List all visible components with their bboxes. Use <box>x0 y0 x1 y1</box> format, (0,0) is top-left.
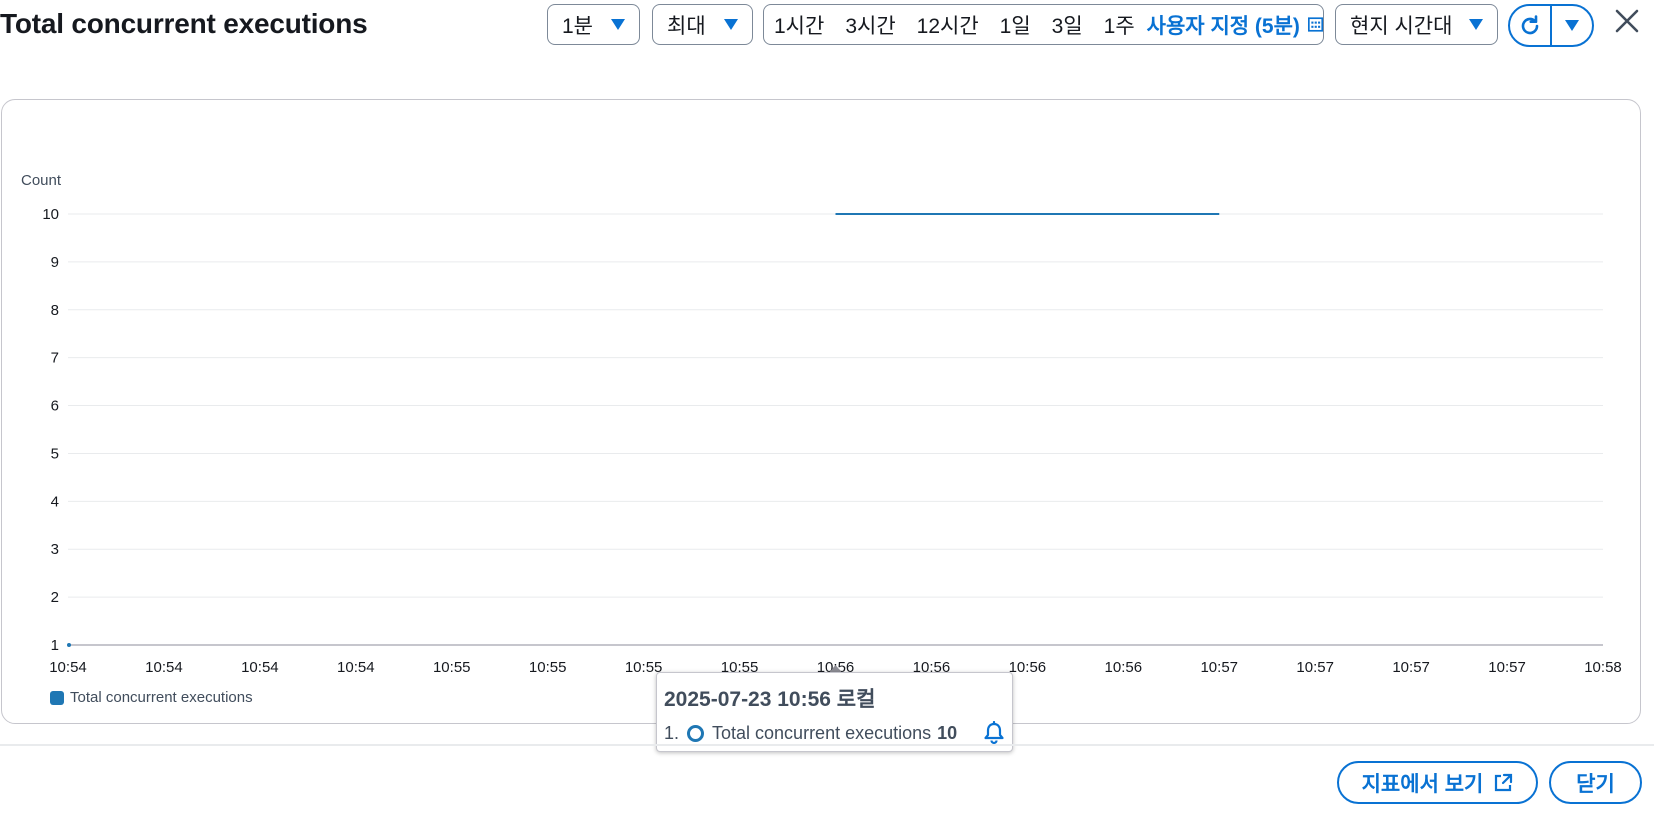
tooltip-title: 2025-07-23 10:56 로컬 <box>664 688 876 711</box>
y-tick-label: 4 <box>51 493 59 510</box>
x-tick-label: 10:57 <box>1296 659 1334 676</box>
x-tick-label: 10:57 <box>1488 659 1526 676</box>
x-tick-label: 10:54 <box>241 659 279 676</box>
chart-legend[interactable]: Total concurrent executions <box>50 689 253 706</box>
tooltip-row: 1. Total concurrent executions 10 <box>664 723 957 744</box>
y-tick-label: 8 <box>51 302 59 319</box>
series-marker-icon <box>687 725 705 742</box>
close-button[interactable]: 닫기 <box>1549 761 1642 804</box>
y-tick-label: 7 <box>51 350 59 367</box>
footer-divider <box>0 744 1654 746</box>
tooltip-index: 1. <box>664 723 680 743</box>
y-tick-label: 9 <box>51 254 59 271</box>
x-tick-label: 10:54 <box>337 659 375 676</box>
bell-icon[interactable] <box>983 721 1005 745</box>
close-button-label: 닫기 <box>1576 772 1615 796</box>
y-tick-label: 1 <box>51 637 59 654</box>
x-tick-label: 10:55 <box>529 659 567 676</box>
series-point <box>67 643 71 647</box>
tooltip-series-name: Total concurrent executions <box>712 723 932 743</box>
view-in-metrics-button[interactable]: 지표에서 보기 <box>1337 761 1538 804</box>
legend-label: Total concurrent executions <box>70 689 253 706</box>
x-tick-label: 10:57 <box>1200 659 1238 676</box>
legend-swatch <box>50 690 64 705</box>
x-tick-label: 10:56 <box>1105 659 1143 676</box>
tooltip-value: 10 <box>937 723 958 743</box>
y-tick-label: 6 <box>51 398 59 415</box>
x-tick-label: 10:55 <box>433 659 471 676</box>
x-tick-label: 10:57 <box>1392 659 1430 676</box>
view-in-metrics-label: 지표에서 보기 <box>1361 772 1484 796</box>
chart-tooltip: 2025-07-23 10:56 로컬 1. Total concurrent … <box>656 672 1013 752</box>
x-tick-label: 10:54 <box>145 659 183 676</box>
y-tick-label: 10 <box>42 206 59 223</box>
y-tick-label: 5 <box>51 445 59 462</box>
x-tick-label: 10:56 <box>1009 659 1047 676</box>
x-tick-label: 10:58 <box>1584 659 1622 676</box>
y-tick-label: 2 <box>51 589 59 606</box>
x-tick-label: 10:54 <box>49 659 87 676</box>
y-tick-label: 3 <box>51 541 59 558</box>
external-link-icon <box>1495 773 1513 791</box>
